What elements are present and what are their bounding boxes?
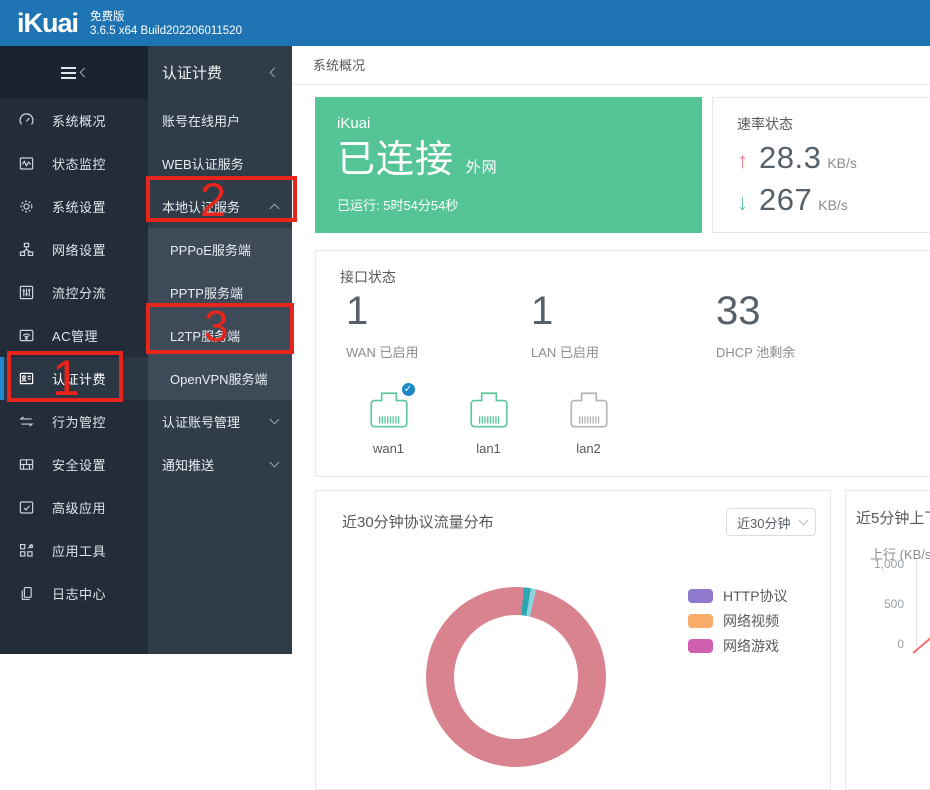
rate-card-title: 速率状态 (737, 114, 930, 134)
download-rate-value: 267 (759, 182, 812, 218)
updown-traffic-card: 近5分钟上下行流量 上行 (KB/s) 1,000 500 0 (845, 490, 930, 790)
chevron-left-icon (270, 68, 280, 78)
rate-status-card: 速率状态 ↑ 28.3 KB/s ↓ 267 KB/s (712, 97, 930, 233)
sidebar-item-security-settings[interactable]: 安全设置 (0, 443, 148, 486)
legend-swatch (688, 589, 713, 603)
connection-status: 已连接 外网 (337, 140, 702, 188)
protocol-traffic-card: 近30分钟协议流量分布 近30分钟 HTTP协议 网络视频 网络游戏 (315, 490, 831, 790)
upload-line-series (906, 631, 930, 661)
upload-rate-unit: KB/s (827, 155, 857, 171)
protocol-donut-chart (426, 587, 606, 767)
hamburger-icon (61, 64, 76, 82)
port-lan2[interactable]: lan2 (556, 387, 621, 456)
time-range-select[interactable]: 近30分钟 (726, 508, 816, 536)
annotation-number-1: 1 (52, 349, 80, 407)
submenu-item-openvpn-server[interactable]: OpenVPN服务端 (148, 357, 292, 400)
chevron-down-icon (270, 415, 280, 425)
gauge-icon (18, 112, 35, 129)
chevron-down-icon (799, 515, 809, 525)
gear-icon (18, 198, 35, 215)
sidebar-item-app-tools[interactable]: 应用工具 (0, 529, 148, 572)
version-info: 免费版 3.6.5 x64 Build202206011520 (90, 10, 242, 38)
swap-arrows-icon (18, 413, 35, 430)
download-rate-row: ↓ 267 KB/s (737, 182, 930, 218)
legend-item: 网络游戏 (688, 633, 788, 658)
uptime-label: 已运行: 5时54分54秒 (337, 195, 702, 214)
interface-status-card: 接口状态 1 WAN 已启用 1 LAN 已启用 33 DHCP 池剩余 ✓ w… (315, 250, 930, 477)
sidebar-item-network-settings[interactable]: 网络设置 (0, 228, 148, 271)
dhcp-stat: 33 DHCP 池剩余 (716, 289, 795, 361)
collapse-menu-button[interactable] (0, 46, 148, 99)
ethernet-port-icon (566, 387, 612, 435)
pages-icon (18, 585, 35, 602)
connection-status-card: iKuai 已连接 外网 已运行: 5时54分54秒 (315, 97, 702, 233)
main-content: 系统概况 iKuai 已连接 外网 已运行: 5时54分54秒 速率状态 ↑ 2… (292, 46, 930, 654)
y-tick: 0 (846, 637, 904, 651)
port-label: wan1 (356, 441, 421, 456)
wan-stat: 1 WAN 已启用 (346, 289, 418, 361)
updown-card-title: 近5分钟上下行流量 (856, 507, 930, 528)
legend-item: 网络视频 (688, 608, 788, 633)
submenu-item-online-users[interactable]: 账号在线用户 (148, 99, 292, 142)
sliders-icon (18, 284, 35, 301)
arrow-down-icon: ↓ (737, 190, 759, 216)
annotation-number-3: 3 (204, 302, 228, 352)
download-rate-unit: KB/s (818, 197, 848, 213)
y-tick: 500 (846, 597, 904, 611)
arrow-up-icon: ↑ (737, 148, 759, 174)
annotation-number-2: 2 (200, 172, 226, 227)
sidebar-item-system-overview[interactable]: 系统概况 (0, 99, 148, 142)
ikuai-logo: iKuai (17, 8, 78, 39)
submenu-item-notifications[interactable]: 通知推送 (148, 443, 292, 486)
network-label: 外网 (466, 159, 498, 176)
wifi-icon (18, 327, 35, 344)
submenu-item-pppoe-server[interactable]: PPPoE服务端 (148, 228, 292, 271)
apps-wrench-icon (18, 542, 35, 559)
brick-wall-icon (18, 456, 35, 473)
submenu-title: 认证计费 (162, 62, 271, 83)
top-bar: iKuai 免费版 3.6.5 x64 Build202206011520 (0, 0, 930, 46)
legend-swatch (688, 639, 713, 653)
network-nodes-icon (18, 241, 35, 258)
y-tick: 1,000 (846, 557, 904, 571)
submenu-item-auth-accounts[interactable]: 认证账号管理 (148, 400, 292, 443)
sidebar-item-flow-control[interactable]: 流控分流 (0, 271, 148, 314)
interface-card-title: 接口状态 (340, 267, 930, 287)
window-check-icon (18, 499, 35, 516)
protocol-legend: HTTP协议 网络视频 网络游戏 (688, 583, 788, 658)
upload-rate-row: ↑ 28.3 KB/s (737, 140, 930, 176)
legend-swatch (688, 614, 713, 628)
port-label: lan1 (456, 441, 521, 456)
sidebar-item-log-center[interactable]: 日志中心 (0, 572, 148, 615)
legend-item: HTTP协议 (688, 583, 788, 608)
sidebar-item-status-monitor[interactable]: 状态监控 (0, 142, 148, 185)
sidebar-item-advanced-apps[interactable]: 高级应用 (0, 486, 148, 529)
chevron-down-icon (270, 458, 280, 468)
sidebar-item-system-settings[interactable]: 系统设置 (0, 185, 148, 228)
build-label: 3.6.5 x64 Build202206011520 (90, 24, 242, 38)
lan-stat: 1 LAN 已启用 (531, 289, 599, 361)
upload-rate-value: 28.3 (759, 140, 821, 176)
connected-check-badge: ✓ (400, 381, 417, 398)
monitor-wave-icon (18, 155, 35, 172)
submenu-header[interactable]: 认证计费 (148, 46, 292, 99)
port-lan1[interactable]: lan1 (456, 387, 521, 456)
breadcrumb: 系统概况 (292, 46, 930, 85)
port-wan1[interactable]: ✓ wan1 (356, 387, 421, 456)
edition-label: 免费版 (90, 10, 242, 24)
ethernet-port-icon (466, 387, 512, 435)
chevron-left-icon (79, 68, 89, 78)
brand-label: iKuai (337, 115, 702, 132)
port-label: lan2 (556, 441, 621, 456)
